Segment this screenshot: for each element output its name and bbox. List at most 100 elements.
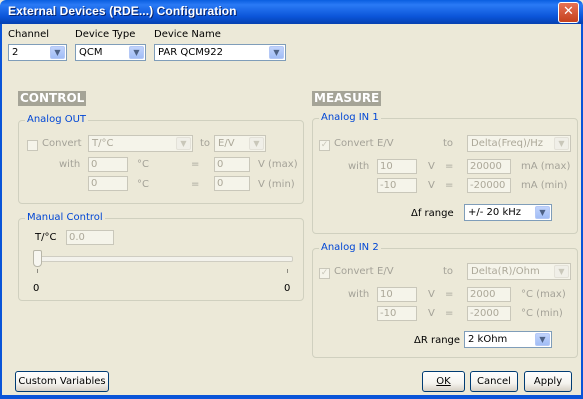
analog-in1-min-input[interactable]: -10 bbox=[377, 178, 417, 193]
channel-label: Channel bbox=[8, 29, 50, 40]
analog-in1-to-label: to bbox=[443, 138, 454, 149]
chevron-down-icon[interactable]: ▼ bbox=[535, 333, 550, 346]
analog-out-min-in-unit: °C bbox=[137, 179, 149, 190]
analog-in1-max-unit: mA (max) bbox=[521, 161, 571, 172]
ok-button-label: OK bbox=[436, 376, 451, 387]
analog-in1-to-value: Delta(Freq)/Hz bbox=[471, 138, 544, 149]
device-name-value: PAR QCM922 bbox=[158, 47, 223, 58]
slider-min-label: 0 bbox=[33, 283, 40, 294]
manual-t-input[interactable]: 0.0 bbox=[66, 230, 114, 245]
analog-in2-range-select[interactable]: 2 kOhm ▼ bbox=[464, 331, 552, 348]
analog-in1-min-unit: mA (min) bbox=[521, 180, 568, 191]
analog-in1-range-select[interactable]: +/- 20 kHz ▼ bbox=[464, 204, 552, 221]
close-icon: ✕ bbox=[563, 4, 574, 19]
analog-in2-convert-label: Convert bbox=[334, 266, 374, 277]
manual-slider-track[interactable] bbox=[35, 256, 293, 262]
slider-max-tick bbox=[287, 269, 288, 273]
analog-out-to-value: E/V bbox=[218, 138, 235, 149]
analog-in1-max-in-unit: V bbox=[428, 161, 435, 172]
analog-in1-with-label: with bbox=[348, 161, 370, 172]
analog-in2-max-output[interactable]: 2000 bbox=[467, 287, 511, 302]
ok-button[interactable]: OK bbox=[422, 371, 465, 392]
analog-out-min-input[interactable]: 0 bbox=[88, 176, 128, 191]
analog-in1-max-eq: = bbox=[445, 161, 454, 172]
analog-in2-to-value: Delta(R)/Ohm bbox=[471, 266, 540, 277]
analog-in1-convert-checkbox[interactable]: ✓ bbox=[319, 140, 330, 151]
analog-out-min-unit: V (min) bbox=[258, 179, 295, 190]
analog-in1-max-input[interactable]: 10 bbox=[377, 159, 417, 174]
analog-in1-min-output[interactable]: -20000 bbox=[467, 178, 511, 193]
chevron-down-icon[interactable]: ▼ bbox=[129, 46, 144, 59]
analog-in2-to-select[interactable]: Delta(R)/Ohm ▼ bbox=[467, 263, 571, 280]
chevron-down-icon[interactable]: ▼ bbox=[269, 46, 284, 59]
device-name-label: Device Name bbox=[154, 29, 221, 40]
analog-in1-convert-label: Convert bbox=[334, 138, 374, 149]
apply-button[interactable]: Apply bbox=[524, 371, 572, 392]
device-name-select[interactable]: PAR QCM922 ▼ bbox=[154, 44, 286, 61]
close-button[interactable]: ✕ bbox=[558, 2, 579, 23]
title-bar[interactable]: External Devices (RDE...) Configuration … bbox=[0, 0, 583, 24]
analog-in2-label: Analog IN 2 bbox=[319, 242, 381, 253]
manual-control-label: Manual Control bbox=[25, 212, 105, 223]
cancel-button[interactable]: Cancel bbox=[470, 371, 518, 392]
analog-out-convert-label: Convert bbox=[42, 138, 82, 149]
window-title: External Devices (RDE...) Configuration bbox=[8, 4, 237, 18]
analog-in1-range-value: +/- 20 kHz bbox=[468, 207, 521, 218]
analog-in2-convert-checkbox[interactable]: ✓ bbox=[319, 268, 330, 279]
analog-out-to-label: to bbox=[200, 138, 211, 149]
analog-in2-min-output[interactable]: -2000 bbox=[467, 306, 511, 321]
analog-in2-with-label: with bbox=[348, 289, 370, 300]
analog-out-with-label: with bbox=[59, 159, 81, 170]
analog-in1-min-eq: = bbox=[445, 180, 454, 191]
analog-in1-range-label: Δf range bbox=[411, 208, 454, 219]
analog-out-from-value: T/°C bbox=[92, 138, 114, 149]
analog-in1-to-select[interactable]: Delta(Freq)/Hz ▼ bbox=[467, 135, 571, 152]
chevron-down-icon[interactable]: ▼ bbox=[249, 137, 264, 150]
analog-in2-max-unit: °C (max) bbox=[521, 289, 566, 300]
chevron-down-icon[interactable]: ▼ bbox=[535, 206, 550, 219]
analog-in2-min-input[interactable]: -10 bbox=[377, 306, 417, 321]
analog-in2-range-value: 2 kOhm bbox=[468, 334, 508, 345]
control-header: CONTROL bbox=[18, 91, 87, 106]
analog-out-max-in-unit: °C bbox=[137, 159, 149, 170]
slider-max-label: 0 bbox=[284, 283, 291, 294]
analog-out-from-select[interactable]: T/°C ▼ bbox=[88, 135, 193, 152]
analog-out-min-eq: = bbox=[191, 179, 200, 190]
analog-in1-max-output[interactable]: 20000 bbox=[467, 159, 511, 174]
analog-in2-min-unit: °C (min) bbox=[521, 308, 563, 319]
device-type-select[interactable]: QCM ▼ bbox=[75, 44, 146, 61]
analog-in1-min-in-unit: V bbox=[428, 180, 435, 191]
analog-in2-to-label: to bbox=[443, 266, 454, 277]
chevron-down-icon[interactable]: ▼ bbox=[50, 46, 65, 59]
device-type-label: Device Type bbox=[75, 29, 136, 40]
analog-in2-min-in-unit: V bbox=[428, 308, 435, 319]
apply-button-label: Apply bbox=[533, 376, 563, 387]
analog-out-max-unit: V (max) bbox=[258, 159, 298, 170]
analog-in2-range-label: ΔR range bbox=[414, 335, 461, 346]
analog-out-label: Analog OUT bbox=[25, 114, 89, 125]
cancel-button-label: Cancel bbox=[477, 376, 511, 387]
analog-out-min-output[interactable]: 0 bbox=[214, 176, 250, 191]
channel-select[interactable]: 2 ▼ bbox=[8, 44, 67, 61]
analog-out-convert-checkbox[interactable] bbox=[27, 140, 38, 151]
chevron-down-icon[interactable]: ▼ bbox=[554, 265, 569, 278]
analog-in2-from-value: E/V bbox=[377, 266, 394, 277]
analog-out-max-input[interactable]: 0 bbox=[88, 157, 128, 172]
custom-variables-button[interactable]: Custom Variables bbox=[15, 371, 109, 392]
analog-in2-min-eq: = bbox=[445, 308, 454, 319]
analog-in1-from-value: E/V bbox=[377, 138, 394, 149]
analog-in2-max-input[interactable]: 10 bbox=[377, 287, 417, 302]
analog-in1-label: Analog IN 1 bbox=[319, 112, 381, 123]
measure-header: MEASURE bbox=[312, 91, 382, 106]
analog-out-to-select[interactable]: E/V ▼ bbox=[214, 135, 266, 152]
chevron-down-icon[interactable]: ▼ bbox=[176, 137, 191, 150]
analog-out-max-output[interactable]: 0 bbox=[214, 157, 250, 172]
analog-in2-max-eq: = bbox=[445, 289, 454, 300]
manual-t-label: T/°C bbox=[35, 232, 57, 243]
channel-value: 2 bbox=[12, 47, 19, 58]
analog-in2-max-in-unit: V bbox=[428, 289, 435, 300]
manual-slider-thumb[interactable] bbox=[33, 250, 42, 267]
analog-out-max-eq: = bbox=[191, 159, 200, 170]
slider-min-tick bbox=[37, 269, 38, 273]
chevron-down-icon[interactable]: ▼ bbox=[554, 137, 569, 150]
